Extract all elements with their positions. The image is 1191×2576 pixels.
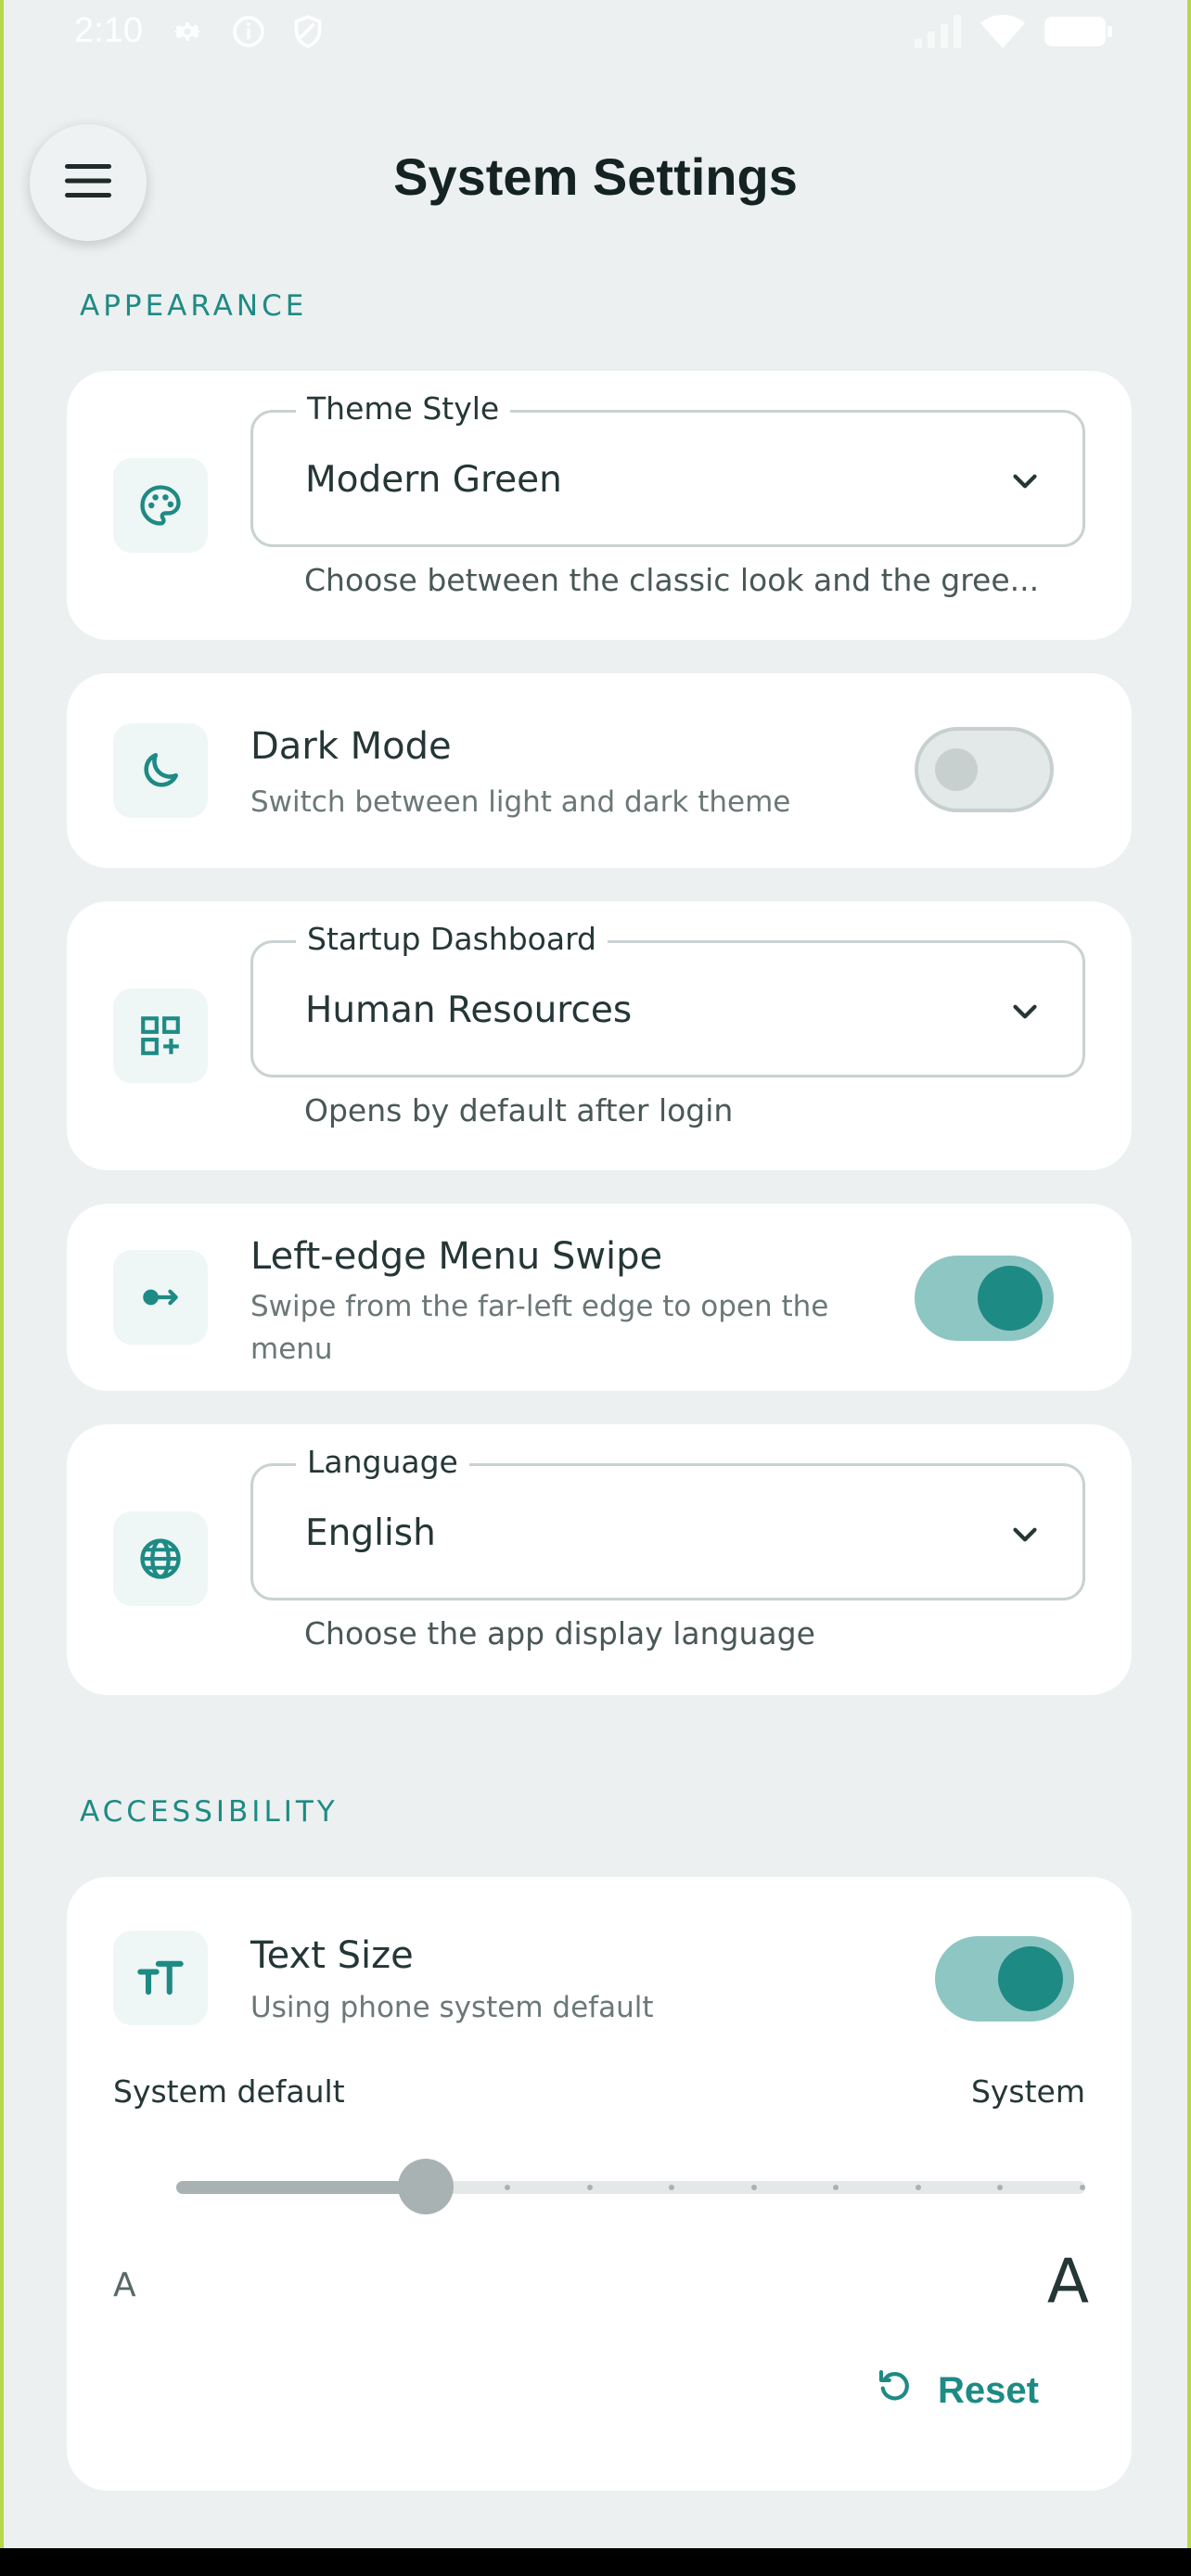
text-size-title: Text Size	[250, 1934, 414, 1977]
text-size-slider[interactable]	[176, 2159, 1085, 2214]
theme-style-card: Theme Style Modern Green Choose between …	[67, 371, 1132, 640]
section-label-accessibility: ACCESSIBILITY	[80, 1795, 339, 1829]
chevron-down-icon	[1008, 1518, 1042, 1556]
slider-tick	[176, 2185, 182, 2190]
slider-tick	[505, 2185, 511, 2190]
language-value: English	[305, 1512, 436, 1554]
swipe-right-icon	[113, 1250, 208, 1345]
language-label: Language	[296, 1444, 469, 1480]
moon-icon	[113, 723, 208, 818]
theme-style-helper: Choose between the classic look and the …	[304, 562, 1040, 598]
slider-tick	[915, 2185, 921, 2190]
status-time: 2:10	[74, 11, 143, 50]
slider-tick	[258, 2185, 264, 2190]
dark-mode-card: Dark Mode Switch between light and dark …	[67, 673, 1132, 868]
startup-dashboard-value: Human Resources	[305, 989, 633, 1031]
theme-style-select[interactable]: Theme Style Modern Green	[250, 390, 1085, 547]
status-right-icons	[913, 13, 1113, 55]
menu-swipe-toggle[interactable]	[915, 1256, 1054, 1341]
slider-tick	[669, 2185, 675, 2190]
slider-tick	[586, 2185, 593, 2190]
language-helper: Choose the app display language	[304, 1615, 815, 1651]
menu-swipe-title: Left-edge Menu Swipe	[250, 1235, 663, 1278]
menu-swipe-subtitle-line2: menu	[250, 1333, 333, 1366]
slider-right-label: System	[970, 2073, 1085, 2110]
settings-screen: 2:10 System Settings APPEARANCE Theme St…	[0, 0, 1191, 2548]
info-icon	[230, 13, 267, 55]
slider-tick	[833, 2185, 839, 2190]
chevron-down-icon	[1008, 465, 1042, 503]
toggle-knob	[935, 748, 978, 791]
palette-icon	[113, 458, 208, 553]
toggle-knob	[978, 1266, 1043, 1331]
reset-label: Reset	[938, 2369, 1039, 2411]
reset-icon	[875, 2366, 914, 2415]
language-select[interactable]: Language English	[250, 1444, 1085, 1600]
signal-icon	[913, 13, 963, 55]
section-label-appearance: APPEARANCE	[80, 289, 308, 323]
battery-icon	[1043, 13, 1113, 55]
wifi-icon	[980, 13, 1026, 55]
slider-thumb[interactable]	[397, 2159, 454, 2214]
large-a-label: A	[1046, 2246, 1089, 2317]
shield-icon	[289, 13, 327, 55]
theme-style-value: Modern Green	[305, 459, 562, 501]
language-card: Language English Choose the app display …	[67, 1424, 1132, 1695]
page-title: System Settings	[393, 147, 798, 206]
chevron-down-icon	[1008, 995, 1042, 1033]
slider-left-label: System default	[113, 2073, 345, 2110]
text-size-icon	[113, 1931, 208, 2025]
small-a-label: A	[113, 2266, 136, 2304]
toggle-knob	[998, 1946, 1063, 2011]
slider-tick	[1080, 2185, 1085, 2190]
dark-mode-subtitle: Switch between light and dark theme	[250, 785, 791, 819]
menu-swipe-subtitle-line1: Swipe from the far-left edge to open the	[250, 1290, 829, 1323]
theme-style-label: Theme Style	[296, 390, 511, 427]
slider-fill	[176, 2181, 426, 2194]
text-size-subtitle: Using phone system default	[250, 1991, 654, 2024]
dark-mode-title: Dark Mode	[250, 725, 452, 768]
status-bar: 2:10	[4, 0, 1187, 65]
globe-icon	[113, 1511, 208, 1606]
startup-dashboard-label: Startup Dashboard	[296, 921, 608, 957]
dashboard-add-icon	[113, 988, 208, 1083]
text-size-card: Text Size Using phone system default Sys…	[67, 1877, 1132, 2491]
reset-button[interactable]: Reset	[875, 2366, 1039, 2415]
gear-icon	[169, 13, 206, 55]
text-size-toggle[interactable]	[935, 1936, 1074, 2021]
slider-tick	[997, 2185, 1004, 2190]
startup-dashboard-helper: Opens by default after login	[304, 1092, 734, 1129]
menu-swipe-card: Left-edge Menu Swipe Swipe from the far-…	[67, 1204, 1132, 1391]
slider-tick	[750, 2185, 757, 2190]
startup-dashboard-card: Startup Dashboard Human Resources Opens …	[67, 901, 1132, 1170]
dark-mode-toggle[interactable]	[915, 727, 1054, 812]
startup-dashboard-select[interactable]: Startup Dashboard Human Resources	[250, 921, 1085, 1078]
